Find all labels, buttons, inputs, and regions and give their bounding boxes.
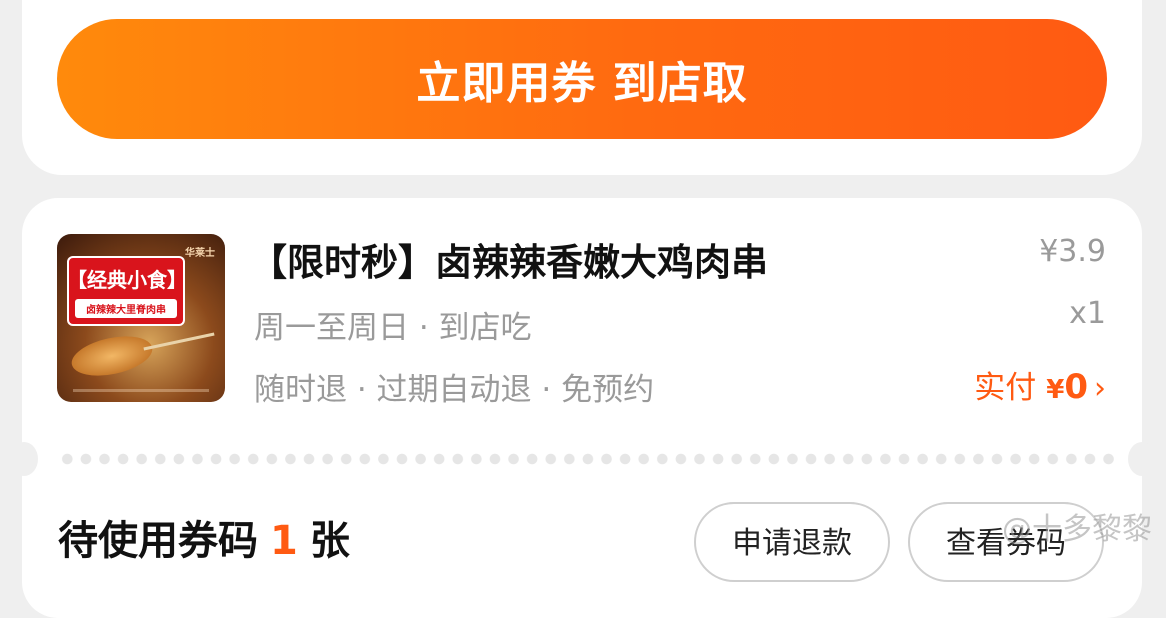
- product-tag: 【经典小食】 卤辣辣大里脊肉串: [67, 256, 187, 326]
- chevron-right-icon: ›: [1094, 371, 1106, 406]
- product-policy: 随时退 · 过期自动退 · 免预约: [254, 372, 655, 408]
- brand-logo: 华莱士: [185, 248, 215, 259]
- fine-print: [73, 389, 209, 392]
- perforation-divider: [58, 452, 1118, 466]
- pending-count: 1: [270, 518, 298, 564]
- paid-currency: ¥: [1046, 375, 1065, 405]
- product-tag-title: 【经典小食】: [67, 268, 187, 292]
- paid-amount-link[interactable]: 实付 ¥0 ›: [974, 362, 1106, 407]
- paid-amount: ¥0: [1046, 367, 1088, 407]
- product-tag-subtitle: 卤辣辣大里脊肉串: [75, 299, 177, 318]
- paid-label: 实付: [974, 370, 1037, 406]
- use-coupon-pickup-button[interactable]: 立即用券 到店取: [57, 19, 1107, 139]
- chicken-skewer-image: [68, 329, 156, 383]
- ticket-notch-left: [10, 442, 38, 476]
- product-price: ¥3.9: [1039, 234, 1106, 269]
- pending-prefix: 待使用券码: [58, 518, 258, 564]
- product-thumbnail[interactable]: 华莱士 【经典小食】 卤辣辣大里脊肉串: [57, 234, 225, 402]
- ticket-notch-right: [1128, 442, 1156, 476]
- product-schedule: 周一至周日 · 到店吃: [254, 310, 532, 346]
- watermark: @十多黎黎: [1002, 512, 1152, 547]
- pending-suffix: 张: [309, 518, 350, 564]
- pending-codes-heading: 待使用券码 1 张: [58, 508, 350, 566]
- product-title: 【限时秒】卤辣辣香嫩大鸡肉串: [250, 241, 768, 284]
- skewer-stick: [143, 332, 215, 351]
- apply-refund-button[interactable]: 申请退款: [694, 502, 890, 582]
- paid-value: 0: [1064, 367, 1088, 407]
- product-quantity: x1: [1069, 296, 1106, 331]
